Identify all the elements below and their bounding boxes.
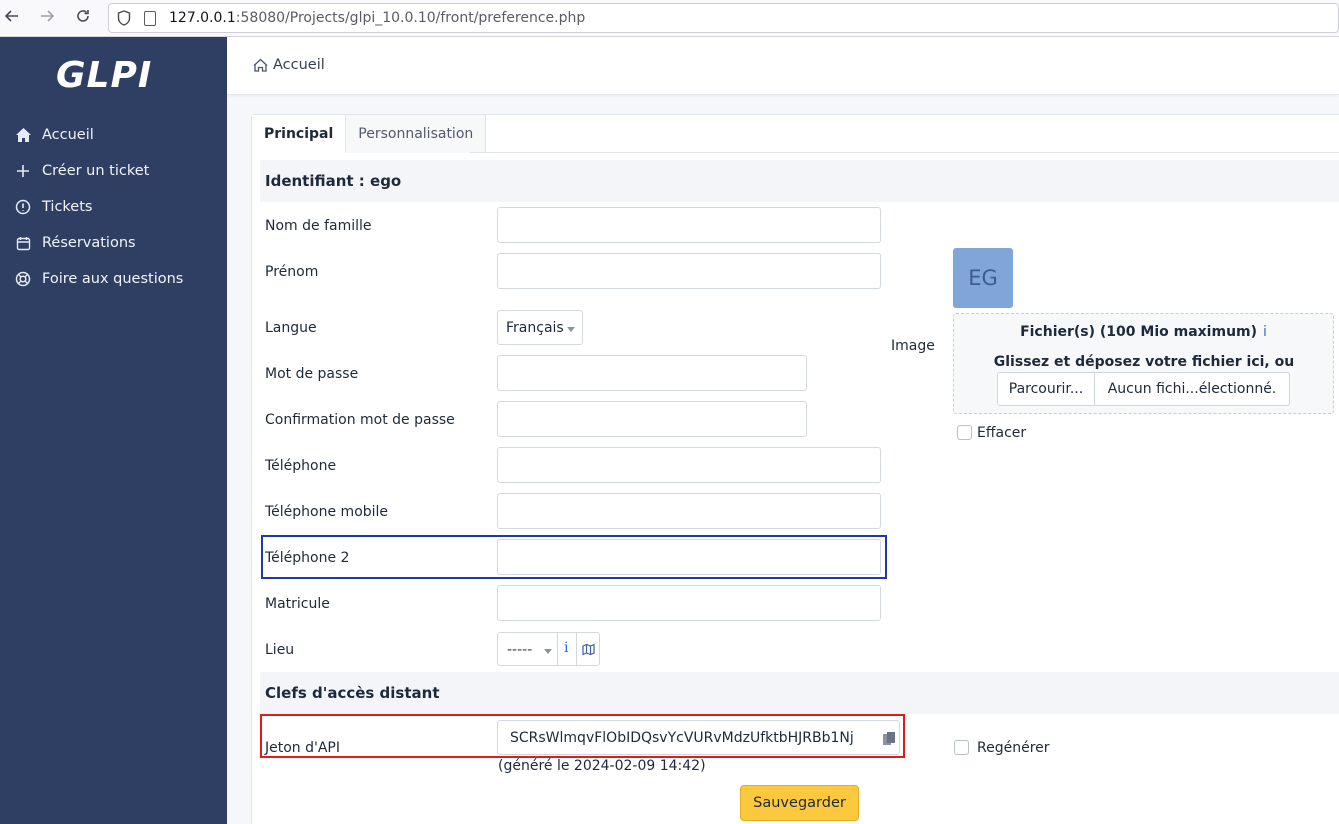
regenerate-checkbox[interactable] (954, 740, 969, 755)
chevron-down-icon (544, 649, 552, 654)
url-text[interactable]: 127.0.0.1:58080/Projects/glpi_10.0.10/fr… (169, 10, 585, 26)
lifebuoy-icon (14, 270, 32, 288)
sidebar-item-label: Foire aux questions (42, 271, 184, 287)
address-bar[interactable]: 127.0.0.1:58080/Projects/glpi_10.0.10/fr… (108, 3, 1339, 33)
tab-bar: Principal Personnalisation (252, 115, 487, 153)
glpi-logo[interactable]: GLPI (56, 55, 152, 96)
sidebar-item-reservations[interactable]: Réservations (0, 225, 227, 261)
firstname-label: Prénom (265, 264, 319, 280)
api-token-value: SCRsWlmqvFlObIDQsvYcVURvMdzUfktbHJRBb1Nj (510, 730, 854, 746)
file-status: Aucun fichi...électionné. (1094, 372, 1290, 406)
copy-icon[interactable] (882, 731, 896, 746)
save-button[interactable]: Sauvegarder (740, 785, 859, 821)
lastname-input[interactable] (497, 207, 881, 243)
sidebar-item-create-ticket[interactable]: Créer un ticket (0, 153, 227, 189)
reload-icon[interactable] (73, 8, 93, 28)
home-icon (14, 126, 32, 144)
sidebar-item-tickets[interactable]: Tickets (0, 189, 227, 225)
language-value: Français (506, 320, 564, 336)
sidebar: GLPI Accueil Créer un ticket Tickets Rés… (0, 37, 227, 824)
sidebar-item-label: Réservations (42, 235, 136, 251)
api-token-field[interactable]: SCRsWlmqvFlObIDQsvYcVURvMdzUfktbHJRBb1Nj (497, 720, 900, 755)
alert-circle-icon (14, 198, 32, 216)
phone-input[interactable] (497, 447, 881, 483)
section-identity-heading: Identifiant : ego (260, 160, 1339, 202)
lastname-label: Nom de famille (265, 218, 372, 234)
browser-toolbar: 127.0.0.1:58080/Projects/glpi_10.0.10/fr… (0, 0, 1339, 37)
location-value: ----- (507, 642, 533, 658)
info-icon: i (564, 640, 569, 656)
tab-principal[interactable]: Principal (252, 115, 347, 153)
clear-image-label: Effacer (977, 425, 1027, 441)
info-icon[interactable]: i (1263, 324, 1267, 340)
sidebar-item-label: Tickets (42, 199, 93, 215)
browse-button[interactable]: Parcourir... (997, 372, 1095, 406)
phone2-label: Téléphone 2 (265, 550, 350, 566)
phone2-input[interactable] (497, 539, 881, 575)
page-icon (144, 11, 156, 26)
dropzone-hint: Glissez et déposez votre fichier ici, ou (993, 354, 1295, 370)
api-token-label: Jeton d'API (265, 740, 341, 756)
shield-icon (117, 10, 131, 26)
section-api-heading: Clefs d'accès distant (260, 672, 1339, 714)
file-dropzone[interactable]: Fichier(s) (100 Mio maximum) i Glissez et… (953, 313, 1334, 414)
password-input[interactable] (497, 355, 807, 391)
sidebar-item-accueil[interactable]: Accueil (0, 117, 227, 153)
home-outline-icon (253, 58, 268, 72)
language-label: Langue (265, 320, 317, 336)
page-header: Accueil (227, 37, 1339, 95)
sidebar-item-label: Accueil (42, 127, 94, 143)
chevron-down-icon (567, 327, 575, 332)
password-confirm-label: Confirmation mot de passe (265, 412, 455, 428)
language-select[interactable]: Français (497, 310, 583, 345)
phone-label: Téléphone (265, 458, 337, 474)
registration-input[interactable] (497, 585, 881, 621)
forward-arrow-icon[interactable] (37, 8, 57, 28)
plus-icon (14, 162, 32, 180)
avatar: EG (953, 248, 1013, 308)
image-label: Image (891, 338, 935, 354)
dropzone-title: Fichier(s) (100 Mio maximum) i (1020, 324, 1267, 340)
firstname-input[interactable] (497, 253, 881, 289)
registration-label: Matricule (265, 596, 330, 612)
location-select[interactable]: ----- (497, 632, 558, 666)
api-token-generated: (généré le 2024-02-09 14:42) (498, 758, 706, 774)
mobile-input[interactable] (497, 493, 881, 529)
location-info-button[interactable]: i (557, 632, 577, 666)
mobile-label: Téléphone mobile (265, 504, 389, 520)
clear-image-checkbox[interactable] (957, 425, 972, 440)
map-icon (582, 643, 595, 656)
sidebar-item-label: Créer un ticket (42, 163, 150, 179)
location-label: Lieu (265, 642, 295, 658)
breadcrumb-home[interactable]: Accueil (273, 57, 325, 73)
regenerate-label: Regénérer (977, 740, 1050, 756)
back-arrow-icon[interactable] (2, 8, 22, 28)
sidebar-item-faq[interactable]: Foire aux questions (0, 261, 227, 297)
password-confirm-input[interactable] (497, 401, 807, 437)
calendar-icon (14, 234, 32, 252)
breadcrumb[interactable]: Accueil (253, 57, 325, 73)
location-map-button[interactable] (576, 632, 600, 666)
password-label: Mot de passe (265, 366, 359, 382)
tab-personnalisation[interactable]: Personnalisation (346, 115, 487, 153)
